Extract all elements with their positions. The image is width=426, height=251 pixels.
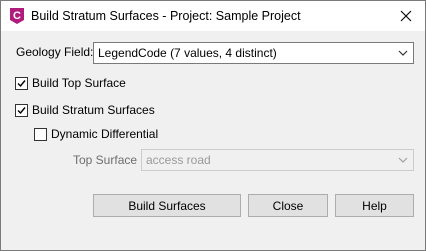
dynamic-differential-checkbox[interactable] xyxy=(34,127,47,141)
help-button[interactable]: Help xyxy=(335,194,414,217)
dialog-body: Geology Field: LegendCode (7 values, 4 d… xyxy=(1,31,425,250)
app-icon: C xyxy=(10,8,24,24)
dynamic-differential-checkbox-row[interactable]: Dynamic Differential xyxy=(34,127,158,141)
top-surface-select[interactable]: access road xyxy=(141,149,414,171)
build-stratum-surfaces-label: Build Stratum Surfaces xyxy=(32,103,155,117)
dialog-window: C Build Stratum Surfaces - Project: Samp… xyxy=(0,0,426,251)
top-surface-label: Top Surface xyxy=(73,153,138,167)
close-window-button[interactable] xyxy=(393,3,419,29)
check-icon xyxy=(17,79,26,87)
app-icon-letter: C xyxy=(13,10,21,22)
build-top-surface-checkbox[interactable] xyxy=(15,76,28,90)
build-stratum-surfaces-checkbox-row[interactable]: Build Stratum Surfaces xyxy=(15,103,155,117)
window-title: Build Stratum Surfaces - Project: Sample… xyxy=(31,9,301,23)
check-icon xyxy=(17,106,26,114)
close-button[interactable]: Close xyxy=(248,194,328,217)
geology-field-value: LegendCode (7 values, 4 distinct) xyxy=(98,46,277,60)
geology-field-label: Geology Field: xyxy=(16,45,94,59)
dynamic-differential-label: Dynamic Differential xyxy=(51,127,159,141)
build-stratum-surfaces-checkbox[interactable] xyxy=(15,103,28,117)
build-top-surface-checkbox-row[interactable]: Build Top Surface xyxy=(15,76,126,90)
geology-field-select[interactable]: LegendCode (7 values, 4 distinct) xyxy=(93,42,414,64)
close-icon xyxy=(400,10,412,22)
title-bar[interactable]: C Build Stratum Surfaces - Project: Samp… xyxy=(1,1,425,31)
chevron-down-icon xyxy=(398,50,408,56)
build-surfaces-button[interactable]: Build Surfaces xyxy=(93,194,241,217)
build-top-surface-label: Build Top Surface xyxy=(32,76,126,90)
chevron-down-icon xyxy=(398,157,408,163)
top-surface-value: access road xyxy=(146,153,211,167)
